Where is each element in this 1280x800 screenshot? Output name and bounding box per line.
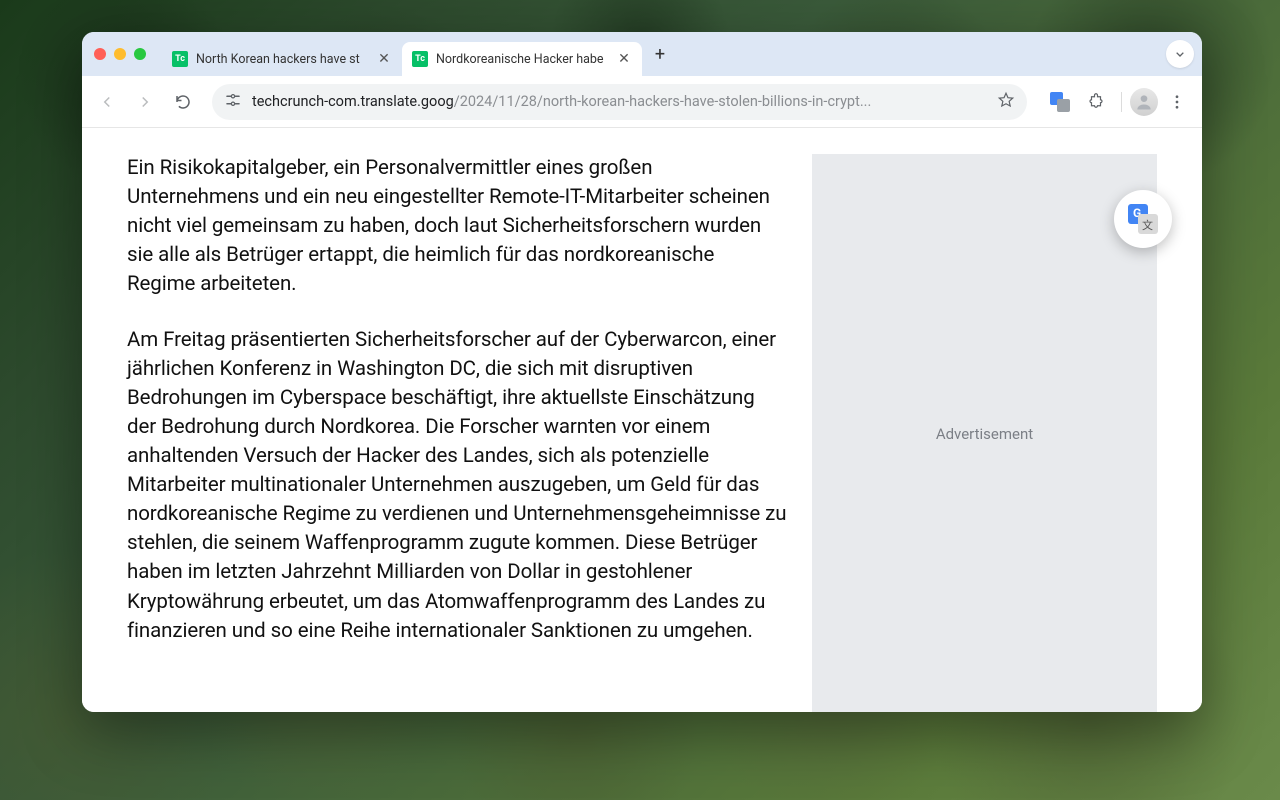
extensions-button[interactable] [1079,85,1113,119]
google-translate-icon [1128,204,1158,234]
window-minimize-button[interactable] [114,48,126,60]
star-icon [997,91,1015,109]
tab-close-button[interactable]: ✕ [616,51,632,67]
window-controls [94,48,146,60]
window-maximize-button[interactable] [134,48,146,60]
tab-title: North Korean hackers have st [196,52,368,67]
chrome-menu-button[interactable] [1160,85,1194,119]
toolbar: techcrunch-com.translate.goog/2024/11/28… [82,76,1202,128]
browser-window: Tc North Korean hackers have st ✕ Tc Nor… [82,32,1202,712]
page-content[interactable]: Ein Risikokapitalgeber, ein Personalverm… [82,128,1202,712]
advertisement-label: Advertisement [936,425,1033,443]
advertisement-sidebar: Advertisement [812,154,1157,712]
url-host: techcrunch-com.translate.goog [252,93,454,110]
kebab-menu-icon [1168,93,1186,111]
bookmark-star-button[interactable] [997,91,1015,113]
toolbar-divider [1121,92,1122,112]
techcrunch-favicon-icon: Tc [172,51,188,67]
back-button[interactable] [90,85,124,119]
window-close-button[interactable] [94,48,106,60]
tab-active-nordkoreanische[interactable]: Tc Nordkoreanische Hacker habe ✕ [402,42,642,76]
reload-button[interactable] [166,85,200,119]
techcrunch-favicon-icon: Tc [412,51,428,67]
forward-button[interactable] [128,85,162,119]
url-path: /2024/11/28/north-korean-hackers-have-st… [454,93,872,110]
arrow-left-icon [98,93,116,111]
arrow-right-icon [136,93,154,111]
chevron-down-icon [1172,46,1188,62]
google-translate-ext-button[interactable] [1043,85,1077,119]
site-settings-icon[interactable] [224,91,242,113]
article-paragraph-2: Am Freitag präsentierten Sicherheitsfors… [127,326,787,646]
tab-title: Nordkoreanische Hacker habe [436,52,608,67]
desktop-wallpaper: Tc North Korean hackers have st ✕ Tc Nor… [0,0,1280,800]
tab-close-button[interactable]: ✕ [376,51,392,67]
tab-inactive-north-korean[interactable]: Tc North Korean hackers have st ✕ [162,42,402,76]
tab-strip: Tc North Korean hackers have st ✕ Tc Nor… [82,32,1202,76]
google-translate-floating-button[interactable] [1114,190,1172,248]
new-tab-button[interactable]: + [646,40,674,68]
google-translate-icon [1050,92,1070,112]
tabs-dropdown-button[interactable] [1166,40,1194,68]
url-text: techcrunch-com.translate.goog/2024/11/28… [252,93,987,110]
puzzle-piece-icon [1087,93,1105,111]
toolbar-right [1043,85,1194,119]
article-paragraph-1: Ein Risikokapitalgeber, ein Personalverm… [127,154,787,300]
user-avatar-icon [1134,92,1154,112]
profile-avatar-button[interactable] [1130,88,1158,116]
reload-icon [174,93,192,111]
article-body: Ein Risikokapitalgeber, ein Personalverm… [127,154,787,672]
address-bar[interactable]: techcrunch-com.translate.goog/2024/11/28… [212,84,1027,120]
